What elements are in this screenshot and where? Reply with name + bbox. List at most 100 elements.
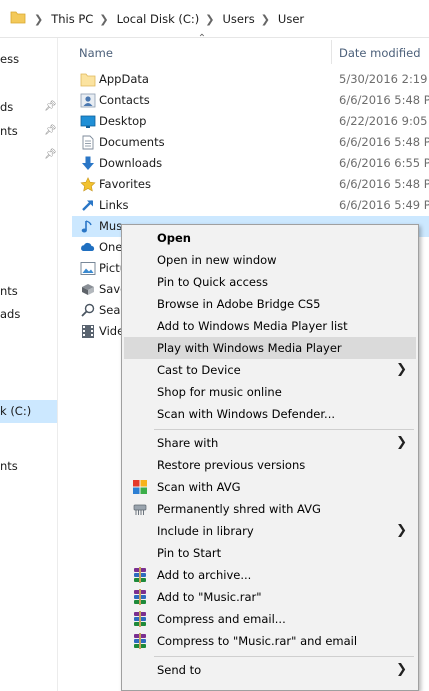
menu-item-cast-to-device[interactable]: Cast to Device ❯ [124,359,416,381]
downloads-icon [82,156,94,170]
menu-item-open-new-window[interactable]: Open in new window [124,249,416,271]
chevron-right-icon[interactable]: ❯ [99,13,108,26]
breadcrumb-item[interactable]: ❯ User [255,12,304,26]
winrar-icon [133,567,147,583]
file-name: AppData [99,72,149,86]
nav-item-downloads[interactable]: ds 📌︎ [0,97,57,117]
context-menu[interactable]: Open Open in new window Pin to Quick acc… [121,224,419,691]
nav-item-pictures[interactable]: 📌︎ [0,145,57,165]
menu-item-shop-music[interactable]: Shop for music online [124,381,416,403]
menu-item-label: Add to archive... [157,568,252,582]
file-date: 5/30/2016 2:19 PM [339,72,429,86]
file-row[interactable]: Favorites 6/6/2016 5:48 PM [74,174,429,195]
menu-item-label: Restore previous versions [157,458,306,472]
navigation-pane[interactable]: ess ds 📌︎ nts 📌︎ 📌︎ nts ads k (C:) nts [0,38,58,691]
pin-icon[interactable]: 📌︎ [44,124,57,138]
breadcrumb-item[interactable]: ❯ Local Disk (C:) [93,12,199,26]
menu-item-label: Shop for music online [157,385,282,399]
menu-item-add-wmp-list[interactable]: Add to Windows Media Player list [124,315,416,337]
column-header-name[interactable]: Name [79,42,113,64]
breadcrumb-item[interactable]: ❯ Users [199,12,254,26]
column-divider[interactable] [331,40,332,64]
menu-item-label: Compress to "Music.rar" and email [157,634,358,648]
menu-item-label: Scan with Windows Defender... [157,407,336,421]
menu-separator [154,656,414,657]
chevron-right-icon: ❯ [396,662,407,677]
menu-item-share-with[interactable]: Share with ❯ [124,432,416,454]
pin-icon[interactable]: 📌︎ [44,100,57,114]
menu-item-scan-defender[interactable]: Scan with Windows Defender... [124,403,416,425]
breadcrumb: ❯ This PC ❯ Local Disk (C:) ❯ Users ❯ Us… [28,10,304,28]
chevron-right-icon[interactable]: ❯ [34,13,43,26]
nav-item-downloads-2[interactable]: ads [0,304,57,324]
nav-item-label: ess [0,52,20,66]
menu-item-label: Open in new window [157,253,277,267]
nav-item-documents[interactable]: nts 📌︎ [0,121,57,141]
pin-icon[interactable]: 📌︎ [44,148,57,162]
file-date: 6/6/2016 5:48 PM [339,93,429,107]
file-row[interactable]: Downloads 6/6/2016 6:55 PM [74,153,429,174]
menu-item-pin-quick-access[interactable]: Pin to Quick access [124,271,416,293]
menu-item-label: Pin to Quick access [157,275,268,289]
nav-item-label: ds [0,100,14,114]
chevron-right-icon[interactable]: ❯ [261,13,270,26]
menu-item-add-music-rar[interactable]: Add to "Music.rar" [124,586,416,608]
file-name: Desktop [99,114,147,128]
nav-item-label: nts [0,284,18,298]
file-row[interactable]: Links 6/6/2016 5:49 PM [74,195,429,216]
links-icon [82,200,93,211]
menu-item-play-wmp[interactable]: Play with Windows Media Player [124,337,416,359]
menu-item-label: Cast to Device [157,363,241,377]
music-icon [81,220,92,233]
menu-item-pin-start[interactable]: Pin to Start [124,542,416,564]
file-row[interactable]: Documents 6/6/2016 5:48 PM [74,132,429,153]
breadcrumb-label[interactable]: User [278,12,304,26]
menu-item-label: Play with Windows Media Player [157,341,342,355]
chevron-right-icon[interactable]: ❯ [205,13,214,26]
menu-item-compress-rar-email[interactable]: Compress to "Music.rar" and email [124,630,416,652]
menu-item-label: Send to [157,663,202,677]
breadcrumb-item[interactable]: ❯ This PC [28,12,93,26]
menu-item-browse-adobe-bridge[interactable]: Browse in Adobe Bridge CS5 [124,293,416,315]
menu-item-shred-avg[interactable]: Permanently shred with AVG [124,498,416,520]
address-bar[interactable]: ❯ This PC ❯ Local Disk (C:) ❯ Users ❯ Us… [0,0,429,38]
menu-item-send-to[interactable]: Send to ❯ [124,659,416,681]
nav-item-local-disk[interactable]: k (C:) [0,400,57,423]
file-date: 6/6/2016 6:55 PM [339,156,429,170]
menu-item-label: Include in library [157,524,254,538]
menu-item-compress-email[interactable]: Compress and email... [124,608,416,630]
menu-item-scan-avg[interactable]: Scan with AVG [124,476,416,498]
file-row[interactable]: AppData 5/30/2016 2:19 PM [74,69,429,90]
menu-item-label: Add to Windows Media Player list [157,319,348,333]
breadcrumb-label[interactable]: Local Disk (C:) [117,12,200,26]
nav-item-label: ads [0,307,21,321]
menu-item-label: Pin to Start [157,546,222,560]
menu-item-include-library[interactable]: Include in library ❯ [124,520,416,542]
pictures-icon [80,262,96,275]
desktop-icon [80,115,96,128]
file-name: Contacts [99,93,150,107]
nav-item-label: nts [0,459,18,473]
winrar-icon [133,611,147,627]
menu-item-restore-versions[interactable]: Restore previous versions [124,454,416,476]
file-name: One [99,240,123,254]
breadcrumb-label[interactable]: Users [222,12,254,26]
file-date: 6/6/2016 5:49 PM [339,198,429,212]
menu-item-label: Scan with AVG [157,480,241,494]
nav-item-label: nts [0,124,18,138]
breadcrumb-label[interactable]: This PC [51,12,93,26]
nav-item-quick-access[interactable]: ess [0,49,57,69]
file-row[interactable]: Desktop 6/22/2016 9:05 PM [74,111,429,132]
menu-item-open[interactable]: Open [124,227,416,249]
menu-item-add-archive[interactable]: Add to archive... [124,564,416,586]
shred-icon [133,504,147,515]
column-header-date-modified[interactable]: Date modified [339,42,421,64]
file-row[interactable]: Contacts 6/6/2016 5:48 PM [74,90,429,111]
nav-item-documents-3[interactable]: nts [0,456,57,476]
winrar-icon [133,589,147,605]
winrar-icon [133,633,147,649]
menu-item-label: Share with [157,436,219,450]
nav-item-documents-2[interactable]: nts [0,281,57,301]
menu-item-label: Add to "Music.rar" [157,590,262,604]
onedrive-icon [81,242,95,251]
